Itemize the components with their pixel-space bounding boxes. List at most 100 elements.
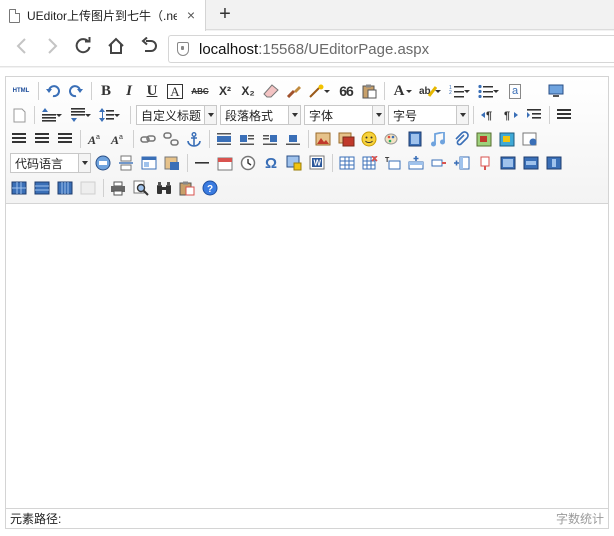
preview-button[interactable]	[132, 179, 150, 197]
italic-button[interactable]: I	[120, 82, 138, 100]
selectall-button[interactable]: a	[506, 82, 524, 100]
back-button[interactable]	[10, 37, 34, 61]
fontborder-button[interactable]: A	[166, 82, 184, 100]
address-bar[interactable]: localhost:15568/UEditorPage.aspx	[168, 35, 614, 63]
backcolor-button[interactable]: ab	[419, 82, 441, 100]
imageright-button[interactable]	[261, 130, 279, 148]
drafts-button[interactable]	[178, 179, 196, 197]
paragraph-format-select[interactable]: 段落格式	[220, 105, 301, 125]
emotion-button[interactable]	[360, 130, 378, 148]
split-cells-icon	[11, 181, 27, 195]
undo-button[interactable]	[44, 82, 62, 100]
deletecol-button[interactable]	[476, 154, 494, 172]
font-family-select[interactable]: 字体	[304, 105, 385, 125]
date-button[interactable]	[216, 154, 234, 172]
splittocells-button[interactable]	[10, 179, 28, 197]
binoculars-icon	[157, 181, 171, 194]
reload-button[interactable]	[71, 37, 95, 61]
print-button[interactable]	[109, 179, 127, 197]
blockquote-button[interactable]: 66	[337, 82, 355, 100]
pagebreak-button[interactable]	[117, 154, 135, 172]
justifyright-button[interactable]	[33, 130, 51, 148]
redo-button[interactable]	[67, 82, 85, 100]
searchreplace-button[interactable]	[155, 179, 173, 197]
insertvideo-button[interactable]	[406, 130, 424, 148]
superscript-button[interactable]: X²	[216, 82, 234, 100]
wordimage-button[interactable]: W	[308, 154, 326, 172]
underline-button[interactable]: U	[143, 82, 161, 100]
strikethrough-button[interactable]: ABC	[189, 82, 211, 100]
background-button[interactable]	[163, 154, 181, 172]
scrawl-button[interactable]	[383, 130, 401, 148]
unlink-button[interactable]	[162, 130, 180, 148]
indent-button[interactable]	[525, 106, 543, 124]
justifyleft-button[interactable]	[555, 106, 573, 124]
deleterow-button[interactable]	[430, 154, 448, 172]
justifycenter-button[interactable]	[10, 130, 28, 148]
cleardoc-button[interactable]	[10, 106, 28, 124]
touppercase-button[interactable]: Aa	[86, 130, 104, 148]
mergeright-button[interactable]	[522, 154, 540, 172]
map-button[interactable]	[475, 130, 493, 148]
attachment-button[interactable]	[452, 130, 470, 148]
forecolor-button[interactable]: A	[390, 82, 412, 100]
undo-close-button[interactable]	[137, 36, 161, 61]
spechars-button[interactable]: Ω	[262, 154, 280, 172]
insertcode-button[interactable]	[94, 154, 112, 172]
spacing-bottom-icon	[71, 108, 85, 122]
active-tab[interactable]: UEditor上传图片到七牛（.ne ×	[0, 0, 206, 31]
directionalityrtl-button[interactable]: ¶	[502, 106, 520, 124]
help-button[interactable]: ?	[201, 179, 219, 197]
time-button[interactable]	[239, 154, 257, 172]
imageleft-button[interactable]	[238, 130, 256, 148]
insertcol-button[interactable]	[453, 154, 471, 172]
splittorows-button[interactable]	[33, 179, 51, 197]
snapscreen-button[interactable]	[285, 154, 303, 172]
removeformat-button[interactable]	[262, 82, 280, 100]
autotypeset-button[interactable]	[308, 82, 330, 100]
horizontal-button[interactable]	[193, 154, 211, 172]
imagecenter-button[interactable]	[284, 130, 302, 148]
splittocols-button[interactable]	[56, 179, 74, 197]
formatmatch-button[interactable]	[285, 82, 303, 100]
insertimage-button[interactable]	[337, 130, 355, 148]
insertrow-button[interactable]	[407, 154, 425, 172]
simpleupload-button[interactable]	[314, 130, 332, 148]
font-size-select[interactable]: 字号	[388, 105, 469, 125]
imagenone-button[interactable]	[215, 130, 233, 148]
custom-title-select[interactable]: 自定义标题	[136, 105, 217, 125]
deletetable-button[interactable]	[361, 154, 379, 172]
directionalityltr-button[interactable]: ¶	[479, 106, 497, 124]
word-image-icon: W	[309, 155, 325, 170]
insertframe-button[interactable]	[521, 130, 539, 148]
source-button[interactable]: HTML	[10, 82, 32, 100]
rowspacingtop-button[interactable]	[40, 106, 62, 124]
ordered-list-button[interactable]: 12	[448, 82, 470, 100]
code-language-select[interactable]: 代码语言	[10, 153, 91, 173]
subscript-button[interactable]: X₂	[239, 82, 257, 100]
forward-button[interactable]	[40, 37, 64, 61]
gmap-button[interactable]	[498, 130, 516, 148]
justifyjustify-button[interactable]	[56, 130, 74, 148]
editor-content-area[interactable]	[6, 205, 608, 508]
fullscreen-button[interactable]	[547, 82, 565, 100]
rowspacingbottom-button[interactable]	[69, 106, 91, 124]
mergedown-button[interactable]	[545, 154, 563, 172]
inserttable-button[interactable]	[338, 154, 356, 172]
editor-toolbar: HTML B I U A ABC X² X₂ 66 A ab 1 2 a 自定义…	[6, 77, 608, 204]
unordered-list-button[interactable]	[477, 82, 499, 100]
template-button[interactable]	[140, 154, 158, 172]
bold-button[interactable]: B	[97, 82, 115, 100]
insertparagraphbeforetable-button[interactable]: T	[384, 154, 402, 172]
close-tab-icon[interactable]: ×	[187, 8, 195, 22]
new-tab-button[interactable]: +	[213, 3, 237, 27]
home-button[interactable]	[104, 37, 128, 61]
anchor-button[interactable]	[185, 130, 203, 148]
charts-button[interactable]	[79, 179, 97, 197]
mergecells-button[interactable]	[499, 154, 517, 172]
link-button[interactable]	[139, 130, 157, 148]
pasteplain-button[interactable]	[360, 82, 378, 100]
tolowercase-button[interactable]: Aa	[109, 130, 127, 148]
music-button[interactable]	[429, 130, 447, 148]
lineheight-button[interactable]	[98, 106, 120, 124]
